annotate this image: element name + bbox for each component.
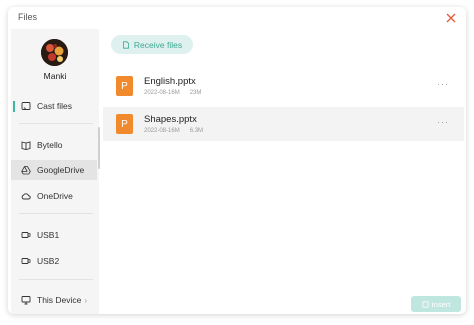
book-icon bbox=[20, 140, 31, 151]
receive-files-label: Receive files bbox=[133, 39, 183, 50]
file-date: 2022-08-16M bbox=[144, 128, 180, 134]
file-row[interactable]: P Shapes.pptx 2022-08-16M 6.3M ··· bbox=[103, 107, 464, 141]
username: Manki bbox=[43, 71, 67, 81]
chevron-right-icon: › bbox=[84, 295, 88, 305]
sidebar-item-label: Bytello bbox=[37, 140, 63, 150]
cast-icon bbox=[20, 101, 31, 112]
sidebar-item-onedrive[interactable]: OneDrive bbox=[11, 186, 97, 206]
window-title: Files bbox=[18, 12, 38, 22]
sidebar-item-usb2[interactable]: USB2 bbox=[11, 251, 97, 271]
file-size: 6.3M bbox=[189, 128, 204, 134]
file-list-panel: Receive files P English.pptx 2022-08-16M… bbox=[99, 29, 466, 314]
active-indicator bbox=[13, 101, 15, 112]
file-meta: 2022-08-16M 6.3M bbox=[144, 128, 203, 134]
insert-icon bbox=[422, 300, 429, 308]
sidebar-item-label: GoogleDrive bbox=[37, 165, 85, 175]
sidebar-item-label: USB1 bbox=[37, 230, 60, 240]
monitor-icon bbox=[20, 295, 31, 306]
sidebar-item-label: This Device bbox=[37, 295, 82, 305]
sidebar: Manki Cast files Bytello GoogleDrive One… bbox=[11, 29, 100, 314]
receive-files-button[interactable]: Receive files bbox=[111, 35, 193, 54]
cloud-icon bbox=[20, 191, 31, 202]
avatar[interactable] bbox=[41, 39, 68, 66]
sidebar-item-label: Cast files bbox=[37, 101, 72, 111]
divider bbox=[19, 123, 93, 124]
files-dialog: Files Manki Cast files Bytello GoogleDri… bbox=[8, 7, 466, 314]
file-row[interactable]: P English.pptx 2022-08-16M 23M ··· bbox=[103, 69, 464, 103]
pptx-file-icon: P bbox=[116, 76, 133, 96]
sidebar-item-googledrive[interactable]: GoogleDrive bbox=[11, 160, 97, 180]
sidebar-item-label: OneDrive bbox=[37, 191, 73, 201]
file-meta: 2022-08-16M 23M bbox=[144, 90, 201, 96]
file-icon bbox=[123, 40, 129, 49]
sidebar-item-bytello[interactable]: Bytello bbox=[11, 135, 97, 155]
file-date: 2022-08-16M bbox=[144, 90, 180, 96]
more-options-icon[interactable]: ··· bbox=[437, 117, 449, 127]
sidebar-item-label: USB2 bbox=[37, 256, 60, 266]
file-name: Shapes.pptx bbox=[144, 114, 197, 125]
pptx-file-icon: P bbox=[116, 114, 133, 134]
google-drive-icon bbox=[20, 165, 31, 176]
insert-label: Insert bbox=[431, 299, 451, 309]
file-size: 23M bbox=[189, 90, 202, 96]
sidebar-item-usb1[interactable]: USB1 bbox=[11, 225, 97, 245]
usb-icon bbox=[20, 256, 31, 267]
title-bar: Files bbox=[8, 7, 466, 29]
close-icon bbox=[446, 13, 456, 23]
divider bbox=[19, 213, 93, 214]
divider bbox=[19, 279, 93, 280]
file-name: English.pptx bbox=[144, 76, 196, 87]
insert-button[interactable]: Insert bbox=[411, 296, 461, 312]
close-button[interactable] bbox=[443, 10, 459, 26]
sidebar-item-cast-files[interactable]: Cast files bbox=[11, 96, 97, 116]
sidebar-item-this-device[interactable]: This Device › bbox=[11, 290, 97, 310]
more-options-icon[interactable]: ··· bbox=[437, 79, 449, 89]
usb-icon bbox=[20, 230, 31, 241]
